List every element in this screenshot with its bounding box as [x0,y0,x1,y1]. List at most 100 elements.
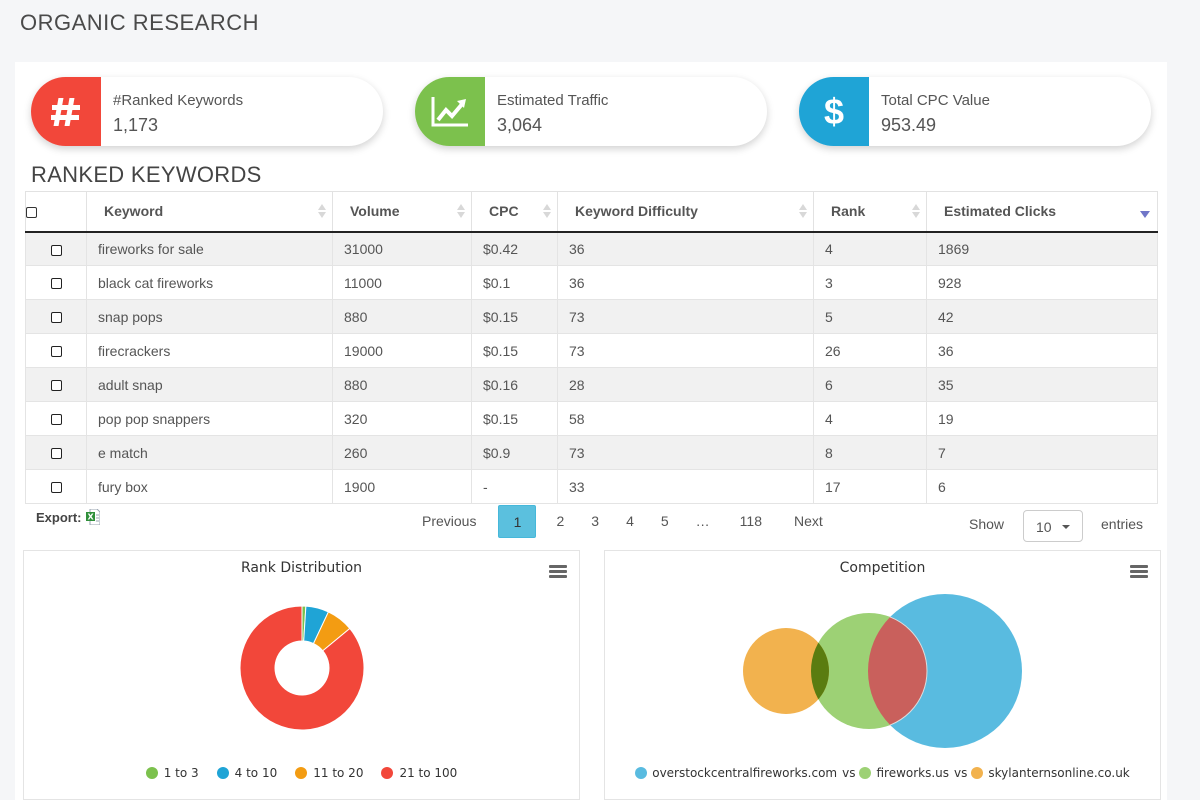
column-label: CPC [489,203,519,220]
legend-dot-icon [145,767,158,779]
clicks-cell: 928 [926,265,1158,300]
volume-cell: 320 [332,401,472,436]
chart-menu-icon[interactable] [549,565,567,579]
pagination-previous[interactable]: Previous [410,505,490,538]
sort-icon [457,204,465,220]
row-checkbox[interactable] [50,448,62,460]
chart-menu-icon[interactable] [1130,565,1148,579]
row-checkbox-cell[interactable] [25,401,87,436]
keyword-cell: fireworks for sale [86,231,333,266]
column-header-cpc[interactable]: CPC [471,191,558,233]
keyword-cell: firecrackers [86,333,333,368]
hash-icon [31,77,101,146]
stat-value: 953.49 [881,115,937,135]
stat-card-total-cpc: $ Total CPC Value 953.49 [799,77,1151,146]
row-checkbox[interactable] [50,346,62,358]
legend-item[interactable]: 21 to 100 [381,766,457,780]
row-checkbox[interactable] [50,482,62,494]
legend-item[interactable]: 11 to 20 [295,766,363,780]
difficulty-cell: 58 [557,401,814,436]
rank-cell: 17 [813,469,927,504]
pagination-page-last[interactable]: 118 [722,505,774,538]
volume-cell: 19000 [332,333,472,368]
column-label: Rank [831,203,866,220]
rank-cell: 26 [813,333,927,368]
cpc-cell: $0.42 [471,231,558,266]
row-checkbox[interactable] [50,414,62,426]
difficulty-cell: 36 [557,231,814,266]
pagination-page-3[interactable]: 3 [576,505,611,538]
row-checkbox-cell[interactable] [25,435,87,470]
keyword-cell: fury box [86,469,333,504]
caret-down-icon [1062,525,1070,529]
pagination-next[interactable]: Next [774,505,835,538]
legend-label: 21 to 100 [399,766,458,780]
select-all-checkbox[interactable] [26,207,37,219]
cpc-cell: - [471,469,558,504]
row-checkbox-cell[interactable] [25,367,87,402]
excel-export-icon[interactable]: X [85,508,100,526]
legend-item[interactable]: skylanternsonline.co.uk [971,766,1130,780]
chart-title: Competition [839,560,926,576]
legend-item[interactable]: overstockcentralfireworks.com vs [635,766,855,780]
row-checkbox-cell[interactable] [25,265,87,300]
chart-legend: overstockcentralfireworks.com vs fireworks… [605,766,1160,780]
volume-cell: 1900 [332,469,472,504]
legend-item[interactable]: 4 to 10 [216,766,277,780]
legend-separator: vs [842,766,856,780]
stat-label: Estimated Traffic [497,92,609,109]
rank-cell: 3 [813,265,927,300]
difficulty-cell: 73 [557,435,814,470]
cpc-cell: $0.9 [471,435,558,470]
table-row: pop pop snappers 320 $0.15 58 4 19 [25,401,1158,436]
column-header-rank[interactable]: Rank [813,191,927,233]
volume-cell: 880 [332,299,472,334]
clicks-cell: 19 [926,401,1158,436]
cpc-cell: $0.15 [471,299,558,334]
venn-chart [743,594,1022,748]
legend-label: overstockcentralfireworks.com [652,766,838,780]
column-header-estimated-clicks[interactable]: Estimated Clicks [926,191,1158,233]
row-checkbox[interactable] [50,244,62,256]
chart-title: Rank Distribution [240,560,363,576]
pagination-page-2[interactable]: 2 [544,505,576,538]
row-checkbox-cell[interactable] [25,299,87,334]
export-control: Export: X [36,508,100,526]
trending-chart-icon [415,77,485,146]
row-checkbox[interactable] [50,380,62,392]
entries-per-page-value: 10 [1036,519,1052,535]
row-checkbox[interactable] [50,312,62,324]
column-header-keyword-difficulty[interactable]: Keyword Difficulty [557,191,814,233]
sort-icon [912,204,920,220]
table-row: e match 260 $0.9 73 8 7 [25,435,1158,470]
svg-text:X: X [87,513,94,522]
pagination-page-1[interactable]: 1 [498,505,537,538]
column-header-keyword[interactable]: Keyword [86,191,333,233]
row-checkbox-cell[interactable] [25,333,87,368]
cpc-cell: $0.15 [471,333,558,368]
select-all-checkbox-cell[interactable] [25,191,87,233]
legend-item[interactable]: 1 to 3 [145,766,199,780]
column-label: Keyword Difficulty [575,203,698,220]
column-header-volume[interactable]: Volume [332,191,472,233]
sort-icon [543,204,551,220]
legend-dot-icon [635,767,648,779]
row-checkbox-cell[interactable] [25,469,87,504]
row-checkbox[interactable] [50,278,62,290]
volume-cell: 260 [332,435,472,470]
difficulty-cell: 33 [557,469,814,504]
ranked-keywords-table: Keyword Volume CPC Keyword Difficulty Ra… [25,191,1158,504]
legend-separator: vs [954,766,968,780]
dollar-icon: $ [799,77,869,146]
stat-label: #Ranked Keywords [113,92,244,109]
rank-cell: 8 [813,435,927,470]
pagination-page-4[interactable]: 4 [611,505,646,538]
page-title: ORGANIC RESEARCH [20,10,260,35]
legend-dot-icon [971,767,984,779]
row-checkbox-cell[interactable] [25,231,87,266]
sort-icon [318,204,326,220]
legend-item[interactable]: fireworks.us vs [859,766,967,780]
keyword-cell: e match [86,435,333,470]
entries-per-page-select[interactable]: 10 [1023,510,1083,542]
pagination-page-5[interactable]: 5 [646,505,681,538]
